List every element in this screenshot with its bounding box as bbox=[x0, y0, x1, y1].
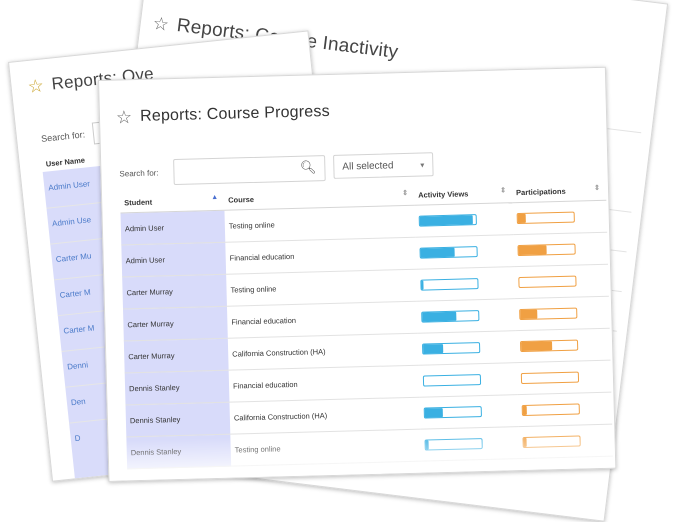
student-link[interactable]: Carter Murray bbox=[123, 306, 228, 341]
participations-bar-fill bbox=[521, 341, 552, 351]
activity-views-bar bbox=[419, 214, 477, 227]
activity-views-bar bbox=[421, 310, 479, 323]
activity-views-bar-cell bbox=[420, 427, 519, 462]
participations-bar-fill bbox=[520, 310, 537, 319]
participations-bar bbox=[522, 435, 580, 448]
course-cell: Financial education bbox=[227, 301, 418, 338]
participations-bar bbox=[517, 212, 575, 225]
star-icon[interactable]: ☆ bbox=[116, 108, 133, 126]
participations-bar-cell bbox=[512, 200, 607, 234]
card-title: ☆ Reports: Course Progress bbox=[116, 103, 330, 127]
user-link[interactable]: Den bbox=[70, 397, 86, 407]
participations-bar bbox=[521, 372, 579, 385]
participations-bar-cell bbox=[515, 296, 610, 330]
student-link[interactable]: Admin User bbox=[120, 210, 225, 245]
activity-views-bar bbox=[422, 342, 480, 355]
participations-bar-fill bbox=[518, 245, 546, 255]
course-cell: Testing online bbox=[230, 429, 421, 466]
search-input[interactable]: 🔍︎ bbox=[173, 155, 326, 185]
activity-views-bar bbox=[419, 246, 477, 259]
sort-icon[interactable]: ⇕ bbox=[500, 186, 506, 194]
table-body: Admin UserTesting onlineAdmin UserFinanc… bbox=[120, 200, 613, 469]
column-label: Course bbox=[228, 194, 254, 204]
activity-views-bar-fill bbox=[421, 248, 455, 258]
course-cell: Testing online bbox=[226, 269, 417, 306]
course-cell: Financial education bbox=[225, 237, 416, 274]
activity-views-bar-cell bbox=[419, 363, 518, 398]
filter-select[interactable]: All selected ▾ bbox=[333, 152, 434, 179]
course-cell: California Construction (HA) bbox=[228, 333, 419, 370]
filter-selected-value: All selected bbox=[342, 160, 393, 172]
user-link[interactable]: D bbox=[74, 434, 81, 444]
participations-bar-cell bbox=[513, 232, 608, 266]
activity-views-bar-fill bbox=[420, 215, 473, 225]
participations-bar bbox=[522, 404, 580, 417]
participations-bar bbox=[520, 340, 578, 353]
student-link[interactable]: Dennis Stanley bbox=[126, 434, 231, 469]
column-header-activity-views[interactable]: Activity Views ⇕ bbox=[414, 182, 513, 205]
search-label: Search for: bbox=[119, 168, 158, 178]
sort-icon[interactable]: ⇕ bbox=[402, 189, 408, 197]
column-label: Student bbox=[124, 197, 152, 207]
student-link[interactable]: Carter Murray bbox=[122, 274, 227, 309]
report-card-course-progress: ☆ Reports: Course Progress Search for: 🔍… bbox=[98, 67, 616, 482]
search-icon[interactable]: 🔍︎ bbox=[300, 160, 317, 173]
student-link[interactable]: Dennis Stanley bbox=[125, 370, 230, 405]
participations-bar-cell bbox=[517, 360, 612, 394]
star-icon[interactable]: ☆ bbox=[27, 76, 45, 96]
activity-views-bar bbox=[420, 278, 478, 291]
column-header-participations[interactable]: Participations ⇕ bbox=[512, 180, 607, 203]
activity-views-bar-fill bbox=[426, 440, 429, 449]
participations-bar-cell bbox=[516, 328, 611, 362]
student-link[interactable]: Admin User bbox=[121, 242, 226, 277]
participations-bar bbox=[519, 308, 577, 321]
participations-bar-fill bbox=[523, 406, 528, 415]
activity-views-bar-cell bbox=[415, 235, 514, 270]
activity-views-bar-fill bbox=[423, 344, 443, 354]
course-cell: California Construction (HA) bbox=[229, 397, 420, 434]
course-cell: Testing online bbox=[224, 205, 415, 242]
card-title-text: Reports: Course Progress bbox=[140, 103, 330, 126]
chevron-down-icon: ▾ bbox=[420, 153, 425, 177]
participations-bar-fill bbox=[518, 214, 527, 223]
column-label: Participations bbox=[516, 186, 566, 196]
star-icon[interactable]: ☆ bbox=[152, 14, 170, 34]
participations-bar bbox=[518, 276, 576, 289]
activity-views-bar-fill bbox=[421, 281, 423, 290]
student-link[interactable]: Dennis Stanley bbox=[126, 402, 231, 437]
participations-bar-cell bbox=[518, 424, 613, 458]
activity-views-bar-fill bbox=[425, 408, 443, 417]
column-header-student[interactable]: Student ▲ bbox=[120, 190, 225, 213]
participations-bar-cell bbox=[517, 392, 612, 426]
participations-bar-cell bbox=[514, 264, 609, 298]
activity-views-bar bbox=[424, 406, 482, 419]
course-cell: Financial education bbox=[229, 365, 420, 402]
activity-views-bar-cell bbox=[417, 299, 516, 334]
activity-views-bar-cell bbox=[418, 331, 517, 366]
participations-bar bbox=[517, 244, 575, 257]
progress-table: Student ▲ Course ⇕ Activity Views ⇕ Part… bbox=[120, 180, 613, 470]
sort-icon[interactable]: ⇕ bbox=[594, 184, 600, 192]
activity-views-bar bbox=[423, 374, 481, 387]
column-header-user-name[interactable]: User Name bbox=[45, 156, 85, 169]
activity-views-bar-cell bbox=[416, 267, 515, 302]
sort-ascending-icon[interactable]: ▲ bbox=[211, 194, 218, 201]
activity-views-bar-fill bbox=[422, 312, 456, 322]
activity-views-bar-cell bbox=[419, 395, 518, 430]
activity-views-bar-cell bbox=[414, 203, 513, 238]
search-label: Search for: bbox=[41, 129, 86, 144]
column-label: Activity Views bbox=[418, 189, 469, 199]
student-link[interactable]: Carter Murray bbox=[124, 338, 229, 373]
participations-bar-fill bbox=[524, 438, 527, 447]
